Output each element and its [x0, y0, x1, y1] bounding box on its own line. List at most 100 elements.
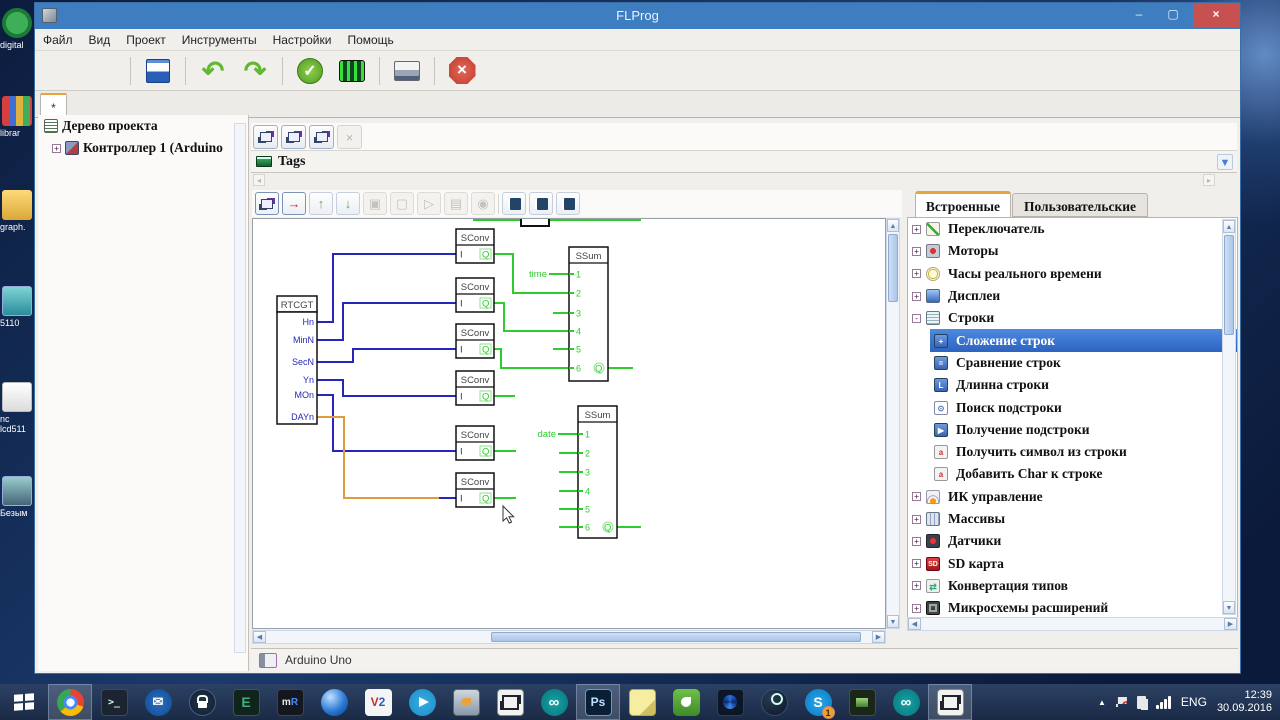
library-item-5[interactable]: - Строки: [908, 307, 1237, 329]
desktop-icon-library[interactable]: librar: [0, 96, 34, 138]
view-button[interactable]: ◉: [471, 192, 495, 215]
board-tab-2[interactable]: [281, 125, 306, 149]
save-project-button[interactable]: [140, 54, 176, 88]
skype-taskbar-button[interactable]: S1: [796, 684, 840, 720]
library-item-17[interactable]: + ⇄ Конвертация типов: [908, 575, 1237, 597]
start-button[interactable]: [0, 684, 48, 720]
library-item-8[interactable]: L Длинна строки: [930, 374, 1237, 396]
paste-button[interactable]: ▤: [444, 192, 468, 215]
redo-button[interactable]: ↷: [237, 54, 273, 88]
action-center-flag-icon[interactable]: ×: [1115, 697, 1127, 707]
upload-button[interactable]: [389, 54, 425, 88]
project-tree-root[interactable]: Дерево проекта: [38, 115, 248, 137]
tab-built-in[interactable]: Встроенные: [915, 191, 1011, 217]
vnc-viewer-taskbar-button[interactable]: V2: [356, 684, 400, 720]
move-up-button[interactable]: ↑: [309, 192, 333, 215]
expander-icon[interactable]: +: [912, 559, 921, 569]
block-ssum1[interactable]: SSum123456 Q: [568, 246, 609, 382]
schematic-canvas[interactable]: RTCGT Hn MinN SecN Yn MOn DAYn SConv I Q SConv I Q SC…: [252, 218, 886, 629]
language-indicator[interactable]: ENG: [1181, 695, 1207, 709]
menu-item-2[interactable]: Вид: [81, 31, 119, 49]
thunderbird-taskbar-button[interactable]: ✉: [136, 684, 180, 720]
board-tab-3[interactable]: [309, 125, 334, 149]
menu-item-4[interactable]: Инструменты: [174, 31, 265, 49]
close-button[interactable]: ×: [1193, 3, 1239, 27]
code-editor-taskbar-button[interactable]: E: [224, 684, 268, 720]
expander-icon[interactable]: +: [52, 143, 61, 153]
chrome-taskbar-button[interactable]: [48, 684, 92, 720]
arduino-ide-2-taskbar-button[interactable]: ∞: [884, 684, 928, 720]
desktop-icon-untitled[interactable]: Безым: [0, 476, 34, 518]
close-board-button[interactable]: ×: [337, 125, 362, 149]
insert-block-flag-button[interactable]: [556, 192, 580, 215]
tab-user[interactable]: Пользовательские: [1012, 193, 1148, 217]
taskbar-clock[interactable]: 12:39 30.09.2016: [1217, 689, 1272, 715]
expander-icon[interactable]: +: [912, 224, 921, 234]
pointer-mode-button[interactable]: ▷: [417, 192, 441, 215]
photoshop-taskbar-button[interactable]: Ps: [576, 684, 620, 720]
library-item-1[interactable]: + Переключатель: [908, 218, 1237, 240]
library-item-4[interactable]: + Дисплеи: [908, 285, 1237, 307]
new-sheet-button[interactable]: ▢: [390, 192, 414, 215]
new-project-button[interactable]: [43, 54, 79, 88]
stop-button[interactable]: ×: [444, 54, 480, 88]
library-item-12[interactable]: a Добавить Char к строке: [930, 463, 1237, 485]
open-board-window-button[interactable]: [255, 192, 279, 215]
block-ssum2[interactable]: SSum123456 Q: [577, 405, 618, 539]
block-sconv2[interactable]: SConvI Q: [455, 277, 495, 313]
tray-expand-icon[interactable]: ▲: [1098, 698, 1106, 707]
network-signal-icon[interactable]: [1155, 695, 1171, 709]
copy-board-button[interactable]: ▣: [363, 192, 387, 215]
minimize-button[interactable]: –: [1124, 3, 1154, 27]
maximize-button[interactable]: ▢: [1158, 3, 1188, 27]
expander-icon[interactable]: -: [912, 313, 921, 323]
library-item-13[interactable]: + ИК управление: [908, 486, 1237, 508]
expander-icon[interactable]: +: [912, 581, 921, 591]
project-tree-scrollbar[interactable]: [234, 123, 246, 653]
library-item-10[interactable]: ▶ Получение подстроки: [930, 419, 1237, 441]
block-rtcgt[interactable]: RTCGT Hn MinN SecN Yn MOn DAYn: [276, 295, 318, 425]
arduino-ide-taskbar-button[interactable]: ∞: [532, 684, 576, 720]
block-sconv3[interactable]: SConvI Q: [455, 323, 495, 359]
library-item-6[interactable]: + Сложение строк: [930, 329, 1237, 352]
desktop-icon-5110[interactable]: 5110: [0, 286, 34, 328]
library-item-16[interactable]: + SD SD карта: [908, 552, 1237, 574]
terminal-taskbar-button[interactable]: >_: [92, 684, 136, 720]
menu-item-1[interactable]: Файл: [35, 31, 81, 49]
library-item-7[interactable]: = Сравнение строк: [930, 352, 1237, 374]
scroll-right-icon[interactable]: ▸: [1203, 174, 1215, 186]
screen-recorder-taskbar-button[interactable]: [840, 684, 884, 720]
block-sconv6[interactable]: SConvI Q: [455, 472, 495, 508]
block-sconv4[interactable]: SConvI Q: [455, 370, 495, 406]
block-sconv1[interactable]: SConvI Q: [455, 228, 495, 264]
tags-header[interactable]: Tags ▼: [251, 150, 1237, 173]
expander-icon[interactable]: +: [912, 603, 921, 613]
desktop-icon-digital[interactable]: digital: [0, 8, 34, 50]
desktop-icon-lcd[interactable]: nc lcd511: [0, 382, 34, 434]
menu-item-5[interactable]: Настройки: [265, 31, 340, 49]
undo-button[interactable]: ↶: [195, 54, 231, 88]
expander-icon[interactable]: +: [912, 291, 921, 301]
library-item-2[interactable]: + Моторы: [908, 240, 1237, 262]
evernote-taskbar-button[interactable]: [664, 684, 708, 720]
library-item-3[interactable]: + Часы реального времени: [908, 263, 1237, 285]
flprog-app-taskbar-button[interactable]: [488, 684, 532, 720]
block-partial-block[interactable]: [520, 219, 550, 227]
device-tools-taskbar-button[interactable]: [444, 684, 488, 720]
canvas-hscrollbar[interactable]: ◀ ▶: [252, 630, 886, 644]
steam-taskbar-button[interactable]: [752, 684, 796, 720]
keepass-taskbar-button[interactable]: [180, 684, 224, 720]
menu-item-3[interactable]: Проект: [118, 31, 174, 49]
desktop-icon-graph[interactable]: graph.: [0, 190, 34, 232]
flprog-app-active-taskbar-button[interactable]: [928, 684, 972, 720]
menu-item-6[interactable]: Помощь: [339, 31, 401, 49]
mremoteng-taskbar-button[interactable]: mR: [268, 684, 312, 720]
expander-icon[interactable]: +: [912, 246, 921, 256]
insert-connection-button[interactable]: →: [282, 192, 306, 215]
library-item-11[interactable]: a Получить символ из строки: [930, 441, 1237, 463]
compile-button[interactable]: [334, 54, 370, 88]
winbox-taskbar-button[interactable]: [312, 684, 356, 720]
open-project-button[interactable]: [85, 54, 121, 88]
move-down-button[interactable]: ↓: [336, 192, 360, 215]
canvas-vscrollbar[interactable]: ▲ ▼: [886, 218, 900, 629]
